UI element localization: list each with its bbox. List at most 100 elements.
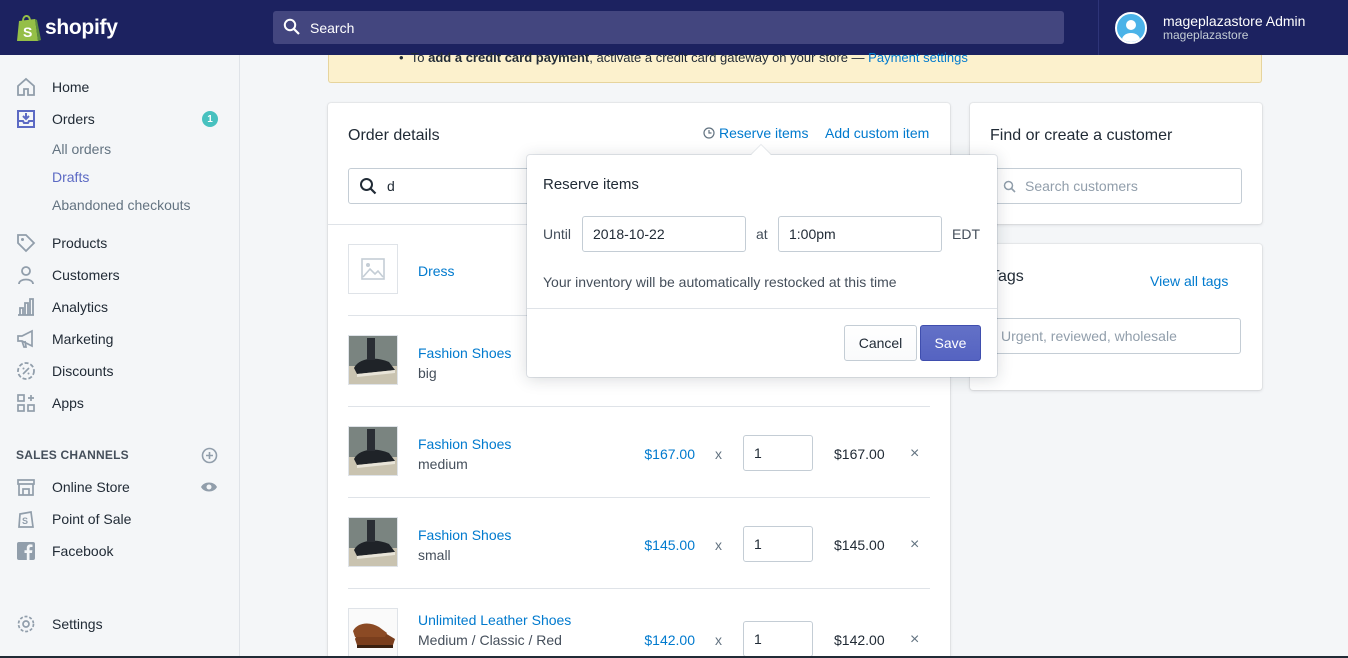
view-all-tags-link[interactable]: View all tags bbox=[1150, 273, 1228, 289]
pos-icon: S bbox=[16, 509, 36, 529]
banner-message: • To add a credit card payment, activate… bbox=[399, 50, 968, 65]
sidebar-item-home[interactable]: Home bbox=[0, 71, 239, 103]
line-item: Unlimited Leather Shoes Medium / Classic… bbox=[348, 589, 930, 658]
restock-help-text: Your inventory will be automatically res… bbox=[543, 274, 897, 290]
shoe-thumbnail bbox=[348, 517, 398, 567]
tags-card: Tags View all tags Urgent, reviewed, who… bbox=[970, 244, 1262, 390]
sidebar-item-discounts[interactable]: Discounts bbox=[0, 355, 239, 387]
sidebar-channel-point-of-sale[interactable]: S Point of Sale bbox=[0, 503, 239, 535]
search-icon bbox=[359, 177, 377, 195]
sidebar-item-products[interactable]: Products bbox=[0, 227, 239, 259]
sidebar-item-label: Home bbox=[52, 79, 90, 95]
home-icon bbox=[16, 77, 36, 97]
user-menu[interactable]: mageplazastore Admin mageplazastore bbox=[1098, 0, 1348, 55]
reserve-items-link[interactable]: Reserve items bbox=[703, 125, 808, 141]
sidebar-subitem-abandoned-checkouts[interactable]: Abandoned checkouts bbox=[52, 197, 191, 213]
quantity-input[interactable]: 1 bbox=[743, 526, 813, 562]
leather-shoe-thumbnail bbox=[348, 608, 398, 658]
sidebar: Home Orders 1 All orders Drafts Abandone… bbox=[0, 55, 240, 658]
global-search[interactable]: Search bbox=[273, 11, 1064, 44]
divider bbox=[527, 308, 997, 309]
line-item-price[interactable]: $145.00 bbox=[644, 537, 695, 553]
discount-icon bbox=[16, 361, 36, 381]
customer-card: Find or create a customer Search custome… bbox=[970, 103, 1262, 224]
customer-search-placeholder: Search customers bbox=[1025, 178, 1138, 194]
sidebar-subitem-all-orders[interactable]: All orders bbox=[52, 141, 111, 157]
quantity-input[interactable]: 1 bbox=[743, 621, 813, 657]
sidebar-item-label: Online Store bbox=[52, 479, 130, 495]
bar-chart-icon bbox=[16, 297, 36, 317]
tags-input[interactable]: Urgent, reviewed, wholesale bbox=[990, 318, 1241, 354]
reserve-date-input[interactable]: 2018-10-22 bbox=[582, 216, 746, 252]
reserve-time-input[interactable]: 1:00pm bbox=[778, 216, 942, 252]
until-label: Until bbox=[543, 226, 572, 242]
store-icon bbox=[16, 477, 36, 497]
popover-title: Reserve items bbox=[543, 176, 639, 193]
avatar bbox=[1115, 11, 1147, 44]
line-item: Fashion Shoes medium $167.00 x 1 $167.00… bbox=[348, 407, 930, 498]
top-bar: S shopify Search mageplazastore Admin ma… bbox=[0, 0, 1348, 55]
add-custom-item-link[interactable]: Add custom item bbox=[825, 125, 929, 141]
product-search-value: d bbox=[387, 178, 395, 194]
line-item-name[interactable]: Fashion Shoes bbox=[418, 436, 511, 452]
facebook-icon bbox=[16, 541, 36, 561]
line-item-name[interactable]: Fashion Shoes bbox=[418, 345, 511, 361]
reserve-items-popover: Reserve items Until 2018-10-22 at 1:00pm… bbox=[527, 145, 997, 377]
sidebar-item-customers[interactable]: Customers bbox=[0, 259, 239, 291]
sidebar-item-label: Point of Sale bbox=[52, 511, 132, 527]
tag-icon bbox=[16, 233, 36, 253]
orders-count-badge: 1 bbox=[202, 111, 218, 127]
add-channel-icon[interactable] bbox=[200, 446, 218, 464]
sidebar-item-analytics[interactable]: Analytics bbox=[0, 291, 239, 323]
at-label: at bbox=[756, 226, 768, 242]
line-item-price[interactable]: $167.00 bbox=[644, 446, 695, 462]
line-item-variant: Medium / Classic / Red bbox=[418, 632, 562, 648]
person-icon bbox=[16, 265, 36, 285]
sidebar-item-marketing[interactable]: Marketing bbox=[0, 323, 239, 355]
cancel-button[interactable]: Cancel bbox=[844, 325, 917, 361]
image-placeholder-icon bbox=[348, 244, 398, 294]
payment-warning-banner: • To add a credit card payment, activate… bbox=[328, 50, 1262, 83]
shopify-logo[interactable]: S shopify bbox=[0, 0, 240, 55]
sidebar-item-label: Discounts bbox=[52, 363, 114, 379]
search-icon bbox=[283, 18, 300, 38]
svg-text:S: S bbox=[23, 24, 32, 40]
order-details-title: Order details bbox=[348, 127, 440, 144]
payment-settings-link[interactable]: Payment settings bbox=[868, 50, 968, 65]
shoe-thumbnail bbox=[348, 426, 398, 476]
sidebar-item-label: Facebook bbox=[52, 543, 114, 559]
remove-item-close-icon[interactable]: × bbox=[910, 445, 919, 463]
sidebar-item-label: Apps bbox=[52, 395, 84, 411]
multiply-sign: x bbox=[715, 632, 722, 648]
line-item-total: $145.00 bbox=[834, 537, 885, 553]
view-store-eye-icon[interactable] bbox=[200, 478, 218, 496]
search-icon bbox=[1003, 180, 1016, 193]
remove-item-close-icon[interactable]: × bbox=[910, 536, 919, 554]
line-item-variant: big bbox=[418, 365, 437, 381]
store-name: mageplazastore bbox=[1163, 27, 1249, 42]
customer-search-input[interactable]: Search customers bbox=[990, 168, 1242, 204]
timezone-label: EDT bbox=[952, 226, 980, 242]
save-button[interactable]: Save bbox=[920, 325, 981, 361]
apps-icon bbox=[16, 393, 36, 413]
sales-channels-heading: SALES CHANNELS bbox=[16, 448, 129, 462]
shopify-bag-icon: S bbox=[15, 13, 41, 43]
line-item-name[interactable]: Fashion Shoes bbox=[418, 527, 511, 543]
sidebar-channel-facebook[interactable]: Facebook bbox=[0, 535, 239, 567]
remove-item-close-icon[interactable]: × bbox=[910, 631, 919, 649]
customer-card-title: Find or create a customer bbox=[990, 127, 1173, 144]
line-item-name[interactable]: Unlimited Leather Shoes bbox=[418, 612, 571, 628]
sidebar-item-label: Products bbox=[52, 235, 108, 251]
line-item-price[interactable]: $142.00 bbox=[644, 632, 695, 648]
logo-text: shopify bbox=[45, 15, 118, 39]
sidebar-item-apps[interactable]: Apps bbox=[0, 387, 239, 419]
sidebar-item-label: Customers bbox=[52, 267, 120, 283]
megaphone-icon bbox=[16, 329, 36, 349]
sidebar-item-settings[interactable]: Settings bbox=[0, 608, 239, 640]
quantity-input[interactable]: 1 bbox=[743, 435, 813, 471]
multiply-sign: x bbox=[715, 446, 722, 462]
sidebar-subitem-drafts[interactable]: Drafts bbox=[52, 169, 89, 185]
gear-icon bbox=[16, 614, 36, 634]
sidebar-item-label: Marketing bbox=[52, 331, 114, 347]
line-item-name[interactable]: Dress bbox=[418, 263, 455, 279]
